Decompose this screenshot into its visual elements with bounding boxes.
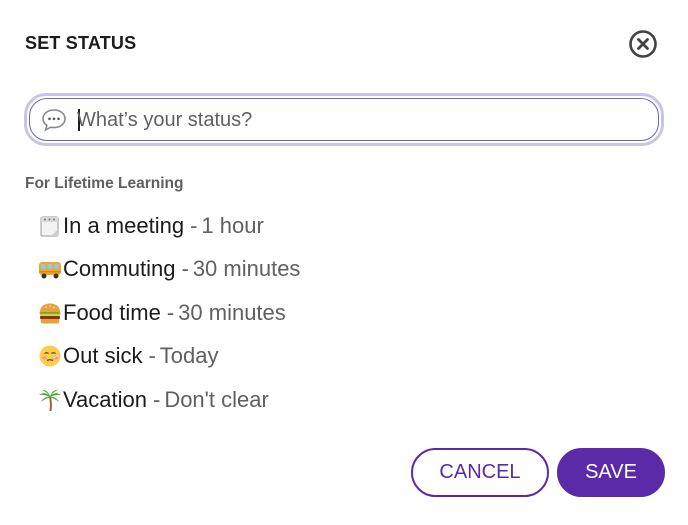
status-preset-list: In a meeting - 1 hour Commuting - 30 min… [38, 204, 300, 422]
status-duration: Today [159, 343, 219, 369]
status-separator: - [190, 212, 198, 238]
close-circle-icon [629, 30, 657, 58]
speech-bubble-icon [41, 108, 67, 132]
status-separator: - [181, 256, 189, 282]
status-option-out-sick[interactable]: Out sick - Today [38, 335, 300, 379]
status-label: Commuting [63, 256, 176, 282]
status-input[interactable] [77, 104, 637, 136]
bus-icon [38, 257, 62, 281]
status-label: Food time [63, 299, 161, 325]
status-duration: 30 minutes [178, 299, 286, 325]
status-option-commuting[interactable]: Commuting - 30 minutes [38, 248, 300, 292]
status-label: In a meeting [63, 212, 185, 238]
status-separator: - [152, 386, 161, 412]
dialog-title: SET STATUS [25, 33, 137, 53]
burger-icon [38, 301, 62, 325]
status-option-food-time[interactable]: Food time - 30 minutes [38, 291, 300, 335]
status-duration: 1 hour [201, 212, 264, 238]
sick-face-icon [38, 344, 62, 368]
calendar-icon [38, 214, 62, 238]
status-option-in-a-meeting[interactable]: In a meeting - 1 hour [38, 204, 300, 248]
save-button[interactable]: SAVE [557, 448, 665, 497]
status-option-vacation[interactable]: Vacation - Don't clear [38, 378, 300, 422]
status-label: Vacation [63, 386, 147, 412]
status-separator: - [166, 299, 175, 325]
status-duration: 30 minutes [192, 256, 301, 282]
palm-tree-icon [38, 388, 62, 412]
status-separator: - [148, 343, 156, 369]
cancel-button[interactable]: CANCEL [411, 448, 549, 497]
status-label: Out sick [63, 343, 143, 369]
workspace-section-label: For Lifetime Learning [25, 175, 184, 192]
status-input-wrapper[interactable] [24, 93, 664, 146]
close-button[interactable] [628, 29, 658, 59]
status-duration: Don't clear [164, 386, 269, 412]
